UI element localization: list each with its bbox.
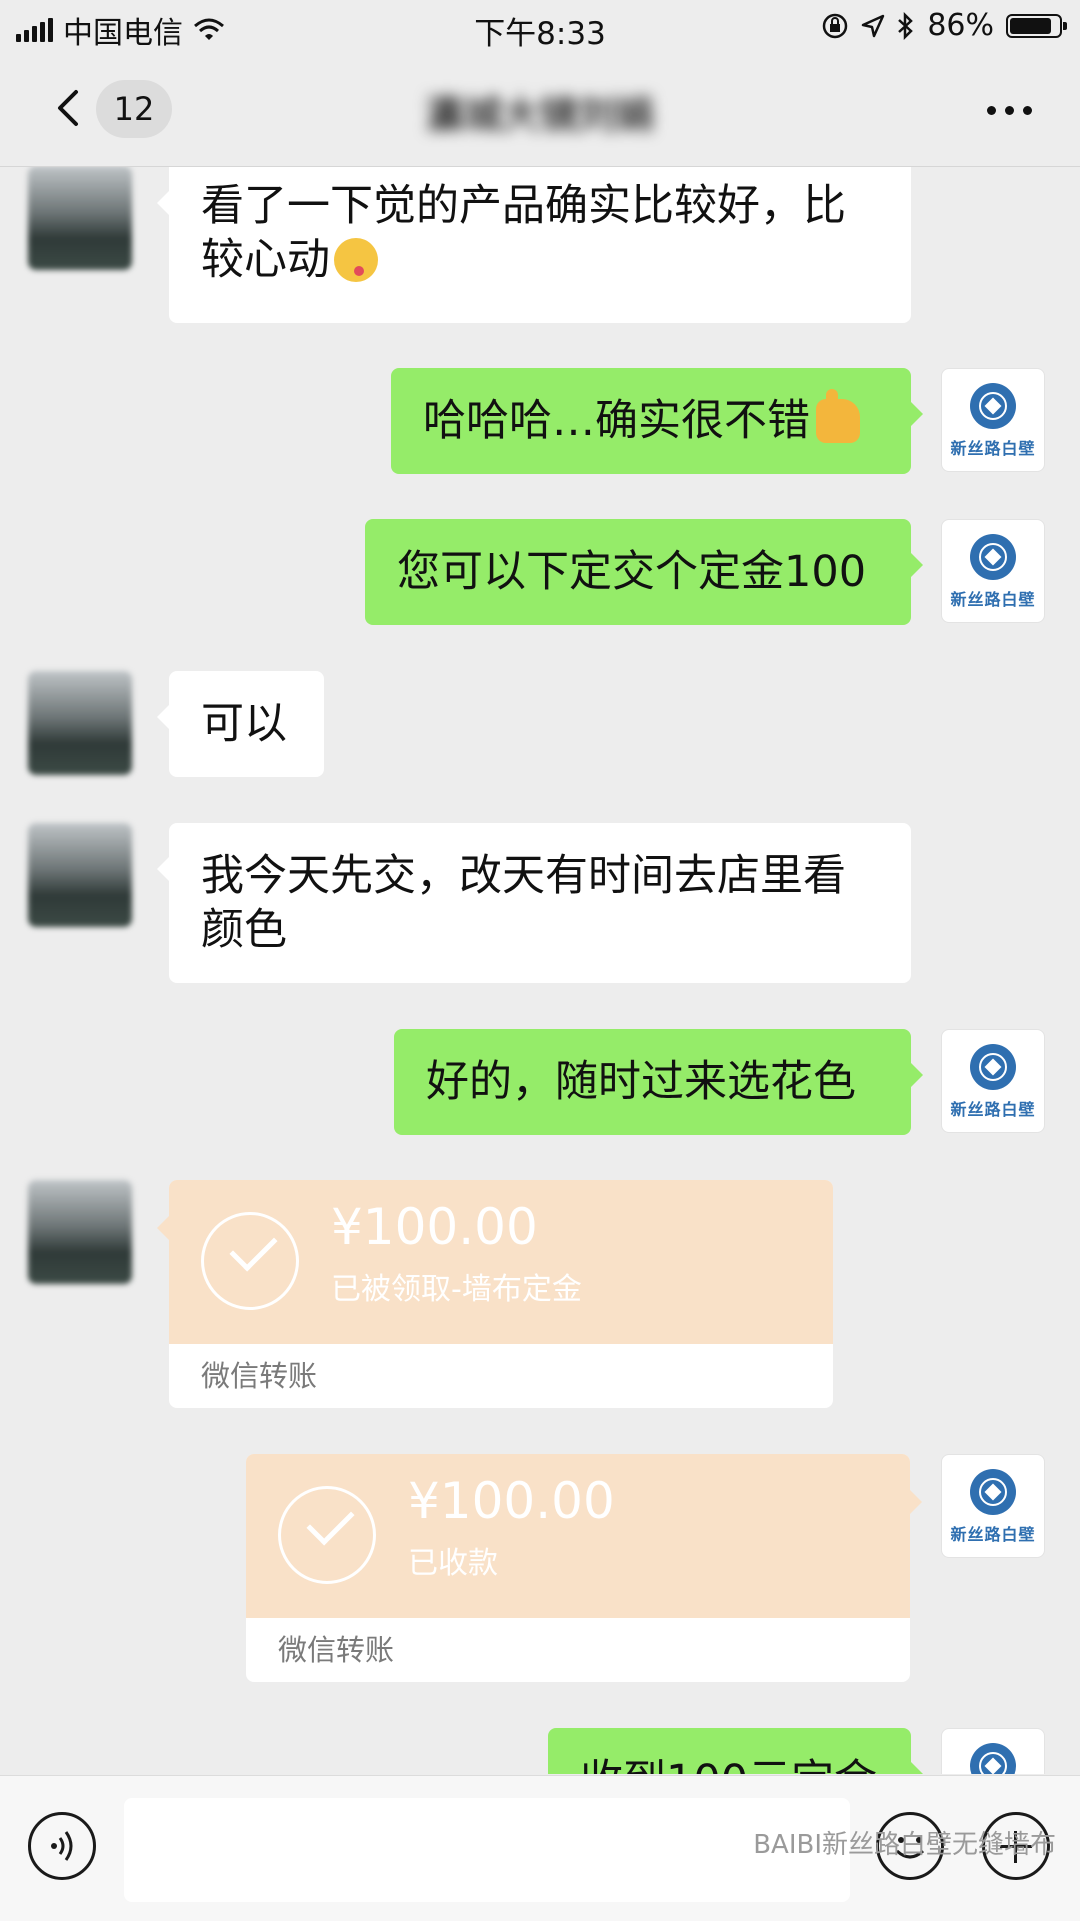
checkmark-circle-icon <box>278 1486 376 1584</box>
status-bar: 中国电信 下午8:33 86% <box>0 0 1080 54</box>
bubble-tail <box>910 1490 922 1514</box>
my-avatar[interactable]: 新丝路白壁 <box>941 1728 1045 1774</box>
wechat-transfer-card-sent[interactable]: ¥100.00 已收款 微信转账 <box>246 1454 910 1682</box>
chat-header: 12 瀛城大镜刘娟 <box>0 54 1080 167</box>
brand-name: 新丝路白壁 <box>950 1525 1036 1544</box>
wechat-transfer-card-received[interactable]: ¥100.00 已被领取-墙布定金 微信转账 <box>169 1180 833 1408</box>
brand-name: 新丝路白壁 <box>950 590 1036 609</box>
message-bubble-sent[interactable]: 好的，随时过来选花色 <box>394 1029 923 1135</box>
chat-title: 瀛城大镜刘娟 <box>425 93 654 137</box>
thumbs-up-emoji-icon <box>816 389 860 443</box>
battery-icon <box>1006 13 1067 38</box>
message-text: 可以 <box>201 699 287 749</box>
winking-face-emoji-icon <box>334 238 378 282</box>
transfer-card-body: ¥100.00 已被领取-墙布定金 <box>169 1180 833 1344</box>
transfer-label: 微信转账 <box>278 1633 395 1667</box>
message-list[interactable]: 看了一下觉的产品确实比较好，比较心动 哈哈哈…确实很不错 新丝路白壁 您可以下定… <box>0 167 1080 1774</box>
message-bubble-received[interactable]: 看了一下觉的产品确实比较好，比较心动 <box>157 167 911 323</box>
brand-logo-icon <box>970 1743 1016 1774</box>
message-text: 看了一下觉的产品确实比较好，比较心动 <box>201 181 846 285</box>
status-right: 86% <box>821 8 1067 43</box>
location-icon <box>862 14 885 37</box>
brand-logo-icon <box>970 534 1016 580</box>
transfer-card-body: ¥100.00 已收款 <box>246 1454 910 1618</box>
checkmark-circle-icon <box>201 1212 299 1310</box>
message-bubble-received[interactable]: 我今天先交，改天有时间去店里看颜色 <box>157 823 911 983</box>
transfer-amount: ¥100.00 <box>331 1198 538 1256</box>
input-toolbar: BAIBI新丝路白壁无缝墙布 <box>0 1775 1080 1921</box>
brand-name: 新丝路白壁 <box>950 439 1036 458</box>
battery-percent: 86% <box>927 8 994 43</box>
message-bubble-received[interactable]: 可以 <box>157 671 324 777</box>
message-text: 我今天先交，改天有时间去店里看颜色 <box>201 851 846 955</box>
my-avatar[interactable]: 新丝路白壁 <box>941 519 1045 623</box>
brand-name: 新丝路白壁 <box>950 1100 1036 1119</box>
transfer-label: 微信转账 <box>201 1359 318 1393</box>
battery-fill <box>1010 17 1051 34</box>
message-text: 哈哈哈…确实很不错 <box>423 396 810 446</box>
message-bubble-sent[interactable]: 哈哈哈…确实很不错 <box>391 368 923 474</box>
brand-logo-icon <box>970 1044 1016 1090</box>
my-avatar[interactable]: 新丝路白壁 <box>941 1454 1045 1558</box>
rotation-lock-icon <box>823 13 848 38</box>
watermark: BAIBI新丝路白壁无缝墙布 <box>753 1830 1056 1860</box>
message-bubble-sent[interactable]: 收到100元定金 <box>548 1728 923 1774</box>
transfer-status: 已被领取-墙布定金 <box>331 1272 582 1307</box>
brand-logo-icon <box>970 1469 1016 1515</box>
transfer-status: 已收款 <box>408 1546 498 1581</box>
message-bubble-sent[interactable]: 您可以下定交个定金100 <box>365 519 923 625</box>
voice-input-button[interactable] <box>28 1812 96 1880</box>
contact-avatar[interactable] <box>28 823 132 927</box>
message-text: 收到100元定金 <box>580 1756 877 1774</box>
message-input[interactable] <box>124 1798 850 1902</box>
message-text: 您可以下定交个定金100 <box>397 547 867 597</box>
my-avatar[interactable]: 新丝路白壁 <box>941 368 1045 472</box>
contact-avatar[interactable] <box>28 1180 132 1284</box>
more-options-icon[interactable] <box>987 106 1032 115</box>
my-avatar[interactable]: 新丝路白壁 <box>941 1029 1045 1133</box>
transfer-amount: ¥100.00 <box>408 1472 615 1530</box>
bluetooth-icon <box>898 11 914 40</box>
contact-avatar[interactable] <box>28 671 132 775</box>
message-text: 好的，随时过来选花色 <box>426 1057 856 1107</box>
brand-logo-icon <box>970 383 1016 429</box>
voice-wave-icon <box>51 1831 73 1861</box>
bubble-tail <box>157 1216 169 1240</box>
contact-avatar[interactable] <box>28 167 132 270</box>
